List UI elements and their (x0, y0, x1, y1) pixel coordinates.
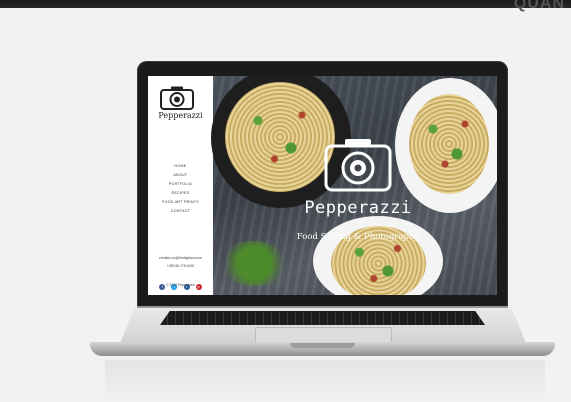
arugula (219, 241, 289, 286)
hero-subtitle: Food Styling & Photography (296, 232, 420, 242)
laptop-notch (290, 343, 355, 348)
laptop-mockup: Pepperazzi HOME ABOUT PORTFOLIO RECIPES … (0, 0, 571, 402)
contact-phone: +353 86 278 4090 (166, 264, 195, 268)
laptop-keyboard (160, 311, 485, 325)
contact-email[interactable]: emailus.on@thedigital.come (148, 256, 213, 260)
hero-title: Pepperazzi (304, 198, 412, 218)
copyright-text: © 2018 Pepperazzi (166, 283, 195, 287)
social-links: f t i p (158, 273, 203, 290)
site-sidebar: Pepperazzi HOME ABOUT PORTFOLIO RECIPES … (148, 76, 213, 295)
camera-logo-icon[interactable] (160, 86, 194, 110)
laptop-trackpad (255, 327, 392, 343)
hero-image: Pepperazzi Food Styling & Photography (211, 76, 497, 295)
nav-item-portfolio[interactable]: PORTFOLIO (148, 180, 213, 189)
nav-item-about[interactable]: ABOUT (148, 171, 213, 180)
nav-item-contact[interactable]: CONTACT (148, 207, 213, 216)
pasta-in-skillet (225, 82, 335, 192)
site-logo-text[interactable]: Pepperazzi (148, 111, 213, 120)
site-nav: HOME ABOUT PORTFOLIO RECIPES FOOD ART PR… (148, 162, 213, 216)
nav-item-recipes[interactable]: RECIPES (148, 189, 213, 198)
camera-hero-icon (324, 139, 392, 192)
laptop-reflection (105, 360, 545, 402)
laptop-screen: Pepperazzi HOME ABOUT PORTFOLIO RECIPES … (148, 76, 497, 295)
nav-item-home[interactable]: HOME (148, 162, 213, 171)
pasta-on-right-plate (409, 94, 489, 194)
nav-item-food-art-prints[interactable]: FOOD ART PRINTS (148, 198, 213, 207)
